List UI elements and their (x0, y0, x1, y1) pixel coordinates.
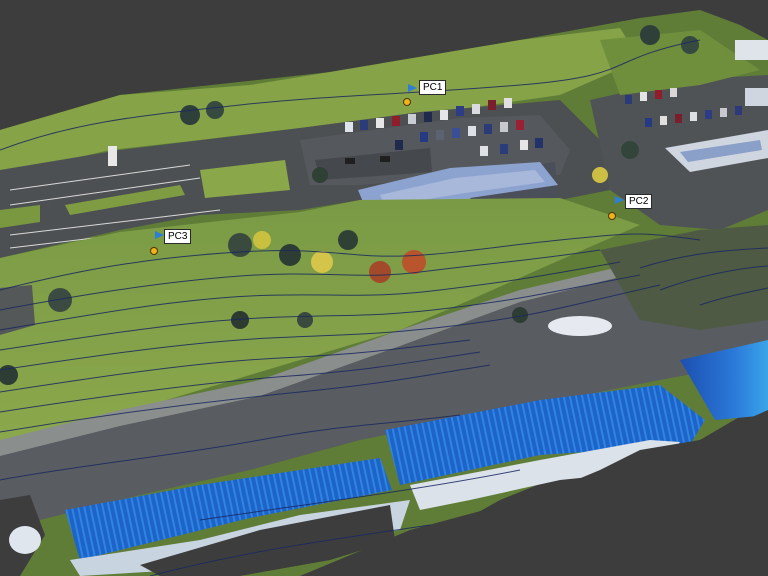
control-point-dot[interactable] (403, 98, 411, 106)
control-point-label[interactable]: PC3 (164, 229, 192, 244)
white-blob-left (9, 526, 41, 554)
control-point-dot[interactable] (608, 212, 616, 220)
point-cloud-viewport[interactable]: PC1 PC2 PC3 (0, 0, 768, 576)
control-point-dot[interactable] (150, 247, 158, 255)
water-tank (548, 316, 612, 336)
far-building-2 (745, 88, 768, 106)
point-cloud-scene[interactable] (0, 0, 768, 576)
control-point-label[interactable]: PC1 (419, 80, 447, 95)
control-point-label[interactable]: PC2 (625, 194, 653, 209)
far-building (735, 40, 768, 60)
